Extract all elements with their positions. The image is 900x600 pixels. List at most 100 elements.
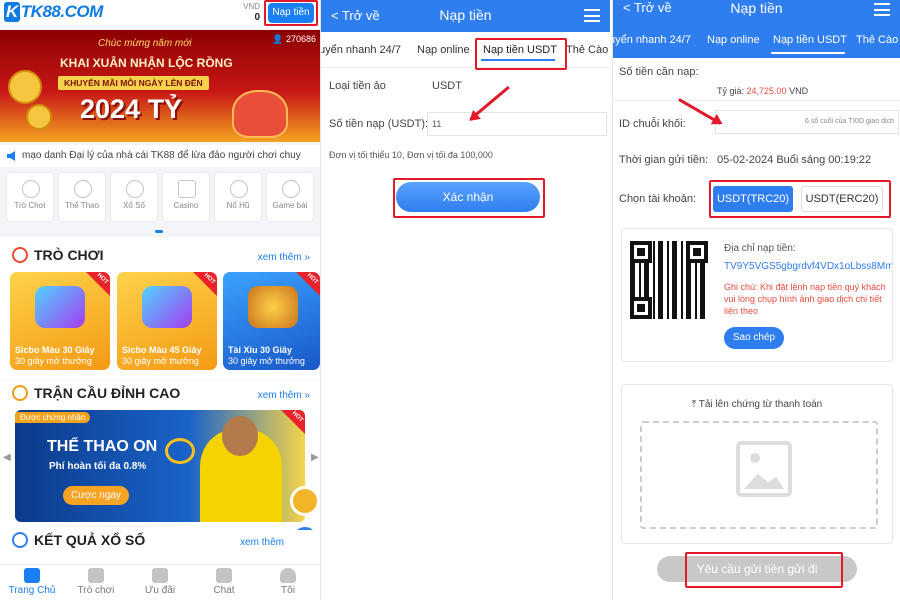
- banner-headline: KHAI XUÂN NHẬN LỘC RỒNG: [60, 56, 233, 70]
- tab-usdt[interactable]: Nạp tiền USDT: [483, 44, 557, 56]
- game-name: Tài Xỉu 30 Giây: [228, 345, 293, 355]
- balance-value: 0: [254, 12, 260, 23]
- tab-card[interactable]: Thẻ Cào: [566, 44, 608, 56]
- cards-icon: [178, 180, 196, 198]
- banner-greeting: Chúc mừng năm mới: [98, 38, 192, 49]
- chain-id-input[interactable]: 6 số cuối của TXID giao dịch: [715, 110, 899, 134]
- deposit-form-panel: < Trở về Nạp tiền uyển nhanh 24/7 Nạp on…: [320, 0, 610, 600]
- game-sub: 30 giây mở thưởng: [228, 356, 305, 366]
- coin-icon: [26, 104, 52, 130]
- marquee-text: mạo danh Đại lý của nhà cái TK88 để lừa …: [22, 150, 301, 161]
- category-no-hu[interactable]: Nổ Hũ: [214, 172, 262, 222]
- currency-value: USDT: [432, 80, 462, 92]
- category-bar: Trò Chơi Thể Thao Xổ Số Casino Nổ Hũ Gam…: [6, 172, 316, 224]
- gamepad-icon: [88, 568, 104, 583]
- sport-banner[interactable]: Được chứng nhận THỂ THAO ON Phí hoàn tối…: [15, 410, 305, 522]
- currency-label: Loại tiền ảo: [329, 80, 386, 92]
- logo-text: TK88.COM: [20, 2, 103, 21]
- carousel-indicator: [155, 230, 163, 233]
- match-more-link[interactable]: xem thêm »: [258, 390, 310, 401]
- amount-input[interactable]: 11: [427, 112, 607, 136]
- category-xo-so[interactable]: Xổ Số: [110, 172, 158, 222]
- games-more-link[interactable]: xem thêm »: [258, 252, 310, 263]
- bet-now-button[interactable]: Cược ngay: [63, 486, 129, 505]
- game-card[interactable]: HOT Sicbo Màu 30 Giây 30 giây mở thưởng: [10, 272, 110, 370]
- bottom-nav: Trang Chủ Trò chơi Ưu đãi Chat Tôi: [0, 564, 320, 600]
- hot-badge: HOT: [296, 272, 320, 296]
- online-count: 👤 270686: [272, 34, 316, 44]
- lottery-section-title: KẾT QUẢ XỔ SỐ: [12, 532, 145, 548]
- jackpot-icon: [230, 180, 248, 198]
- rate-unit: VND: [789, 86, 809, 96]
- tab-card[interactable]: Thẻ Cào: [856, 34, 898, 46]
- page-title: Nạp tiền: [730, 0, 783, 16]
- menu-icon[interactable]: [584, 9, 600, 22]
- game-card[interactable]: HOT Tài Xỉu 30 Giây 30 giây mở thưởng: [223, 272, 320, 370]
- lottery-more-link[interactable]: xem thêm: [240, 537, 284, 548]
- currency-row: Loại tiền ảo USDT: [329, 80, 610, 92]
- chess-horse-icon: [282, 180, 300, 198]
- tab-games[interactable]: Trò chơi: [64, 565, 128, 600]
- category-game-bai[interactable]: Game bài: [266, 172, 314, 222]
- gift-icon: [152, 568, 168, 583]
- user-icon: [280, 568, 296, 583]
- deposit-address-card: Địa chỉ nạp tiền: TV9Y5VGS5gbgrdvf4VDx1o…: [621, 228, 893, 362]
- certified-tag: Được chứng nhận: [15, 412, 91, 423]
- tab-chat[interactable]: Chat: [192, 565, 256, 600]
- divider: [613, 100, 900, 101]
- soccer-ball-icon: [74, 180, 92, 198]
- upload-label: ⤒ Tải lên chứng từ thanh toán: [691, 399, 823, 410]
- target-icon: [12, 247, 28, 263]
- tab-offers[interactable]: Ưu đãi: [128, 565, 192, 600]
- tab-fast-transfer[interactable]: uyển nhanh 24/7: [321, 44, 401, 56]
- prev-arrow-icon[interactable]: ◀: [3, 452, 11, 463]
- category-casino[interactable]: Casino: [162, 172, 210, 222]
- menu-icon[interactable]: [874, 3, 890, 16]
- lottery-ball-icon: [126, 180, 144, 198]
- tab-me[interactable]: Tôi: [256, 565, 320, 600]
- game-name: Sicbo Màu 30 Giây: [15, 345, 95, 355]
- limits-text: Đơn vị tối thiểu 10, Đơn vị tối đa 100,0…: [329, 150, 493, 160]
- tab-home[interactable]: Trang Chủ: [0, 565, 64, 600]
- balance-currency: VND: [243, 2, 260, 11]
- home-panel: K TK88.COM VND 0 Nạp tiền 👤 270686 Chúc mừ…: [0, 0, 320, 600]
- upload-card: ⤒ Tải lên chứng từ thanh toán: [621, 384, 893, 544]
- tab-online[interactable]: Nạp online: [707, 34, 760, 46]
- rate-value: 24,725.00: [746, 86, 787, 96]
- account-option-trc20[interactable]: USDT(TRC20): [713, 186, 793, 212]
- tab-online[interactable]: Nạp online: [417, 44, 470, 56]
- home-icon: [24, 568, 40, 583]
- game-thumbnail: [35, 286, 85, 328]
- sport-subtitle: Phí hoàn tối đa 0.8%: [49, 461, 147, 472]
- deposit-note: Ghi chú: Khi đặt lệnh nạp tiền quý khách…: [724, 282, 886, 316]
- address-value[interactable]: TV9Y5VGS5gbgrdvf4VDx1oLbss8Mm: [724, 261, 892, 272]
- submit-deposit-button[interactable]: Yêu cầu gửi tiền gửi đi: [657, 556, 857, 582]
- soccer-ball-icon: [12, 385, 28, 401]
- upload-dropzone[interactable]: [640, 421, 878, 529]
- amount-needed-label: Số tiền cần nạp:: [619, 66, 699, 78]
- tab-fast-transfer[interactable]: uyển nhanh 24/7: [613, 34, 691, 46]
- tab-usdt[interactable]: Nạp tiền USDT: [773, 34, 847, 46]
- chat-icon: [216, 568, 232, 583]
- category-the-thao[interactable]: Thể Thao: [58, 172, 106, 222]
- account-option-erc20[interactable]: USDT(ERC20): [801, 186, 883, 212]
- next-arrow-icon[interactable]: ▶: [311, 452, 319, 463]
- confirm-button[interactable]: Xác nhận: [396, 182, 540, 212]
- rate-row: Tỷ giá: 24,725.00 VND: [717, 86, 900, 96]
- qr-code-icon[interactable]: [630, 241, 708, 319]
- tk88-logo[interactable]: K TK88.COM: [4, 2, 103, 22]
- game-thumbnail: [248, 286, 298, 328]
- announcement-marquee[interactable]: mạo danh Đại lý của nhà cái TK88 để lừa …: [0, 145, 320, 167]
- address-label: Địa chỉ nạp tiền:: [724, 243, 796, 254]
- hot-badge: HOT: [281, 410, 305, 434]
- copy-button[interactable]: Sao chép: [724, 327, 784, 349]
- game-card[interactable]: HOT Sicbo Màu 45 Giây 30 giây mở thưởng: [117, 272, 217, 370]
- promo-banner[interactable]: 👤 270686 Chúc mừng năm mới KHAI XUÂN NHẬ…: [0, 30, 320, 142]
- category-tro-choi[interactable]: Trò Chơi: [6, 172, 54, 222]
- detail-header: < Trở về Nạp tiền: [613, 0, 900, 20]
- football-player-image: [200, 416, 282, 522]
- bonus-float-icon[interactable]: [290, 486, 320, 516]
- topup-button[interactable]: Nạp tiền: [268, 3, 314, 23]
- coin-icon: [8, 70, 42, 104]
- sport-logo-icon: [165, 438, 195, 464]
